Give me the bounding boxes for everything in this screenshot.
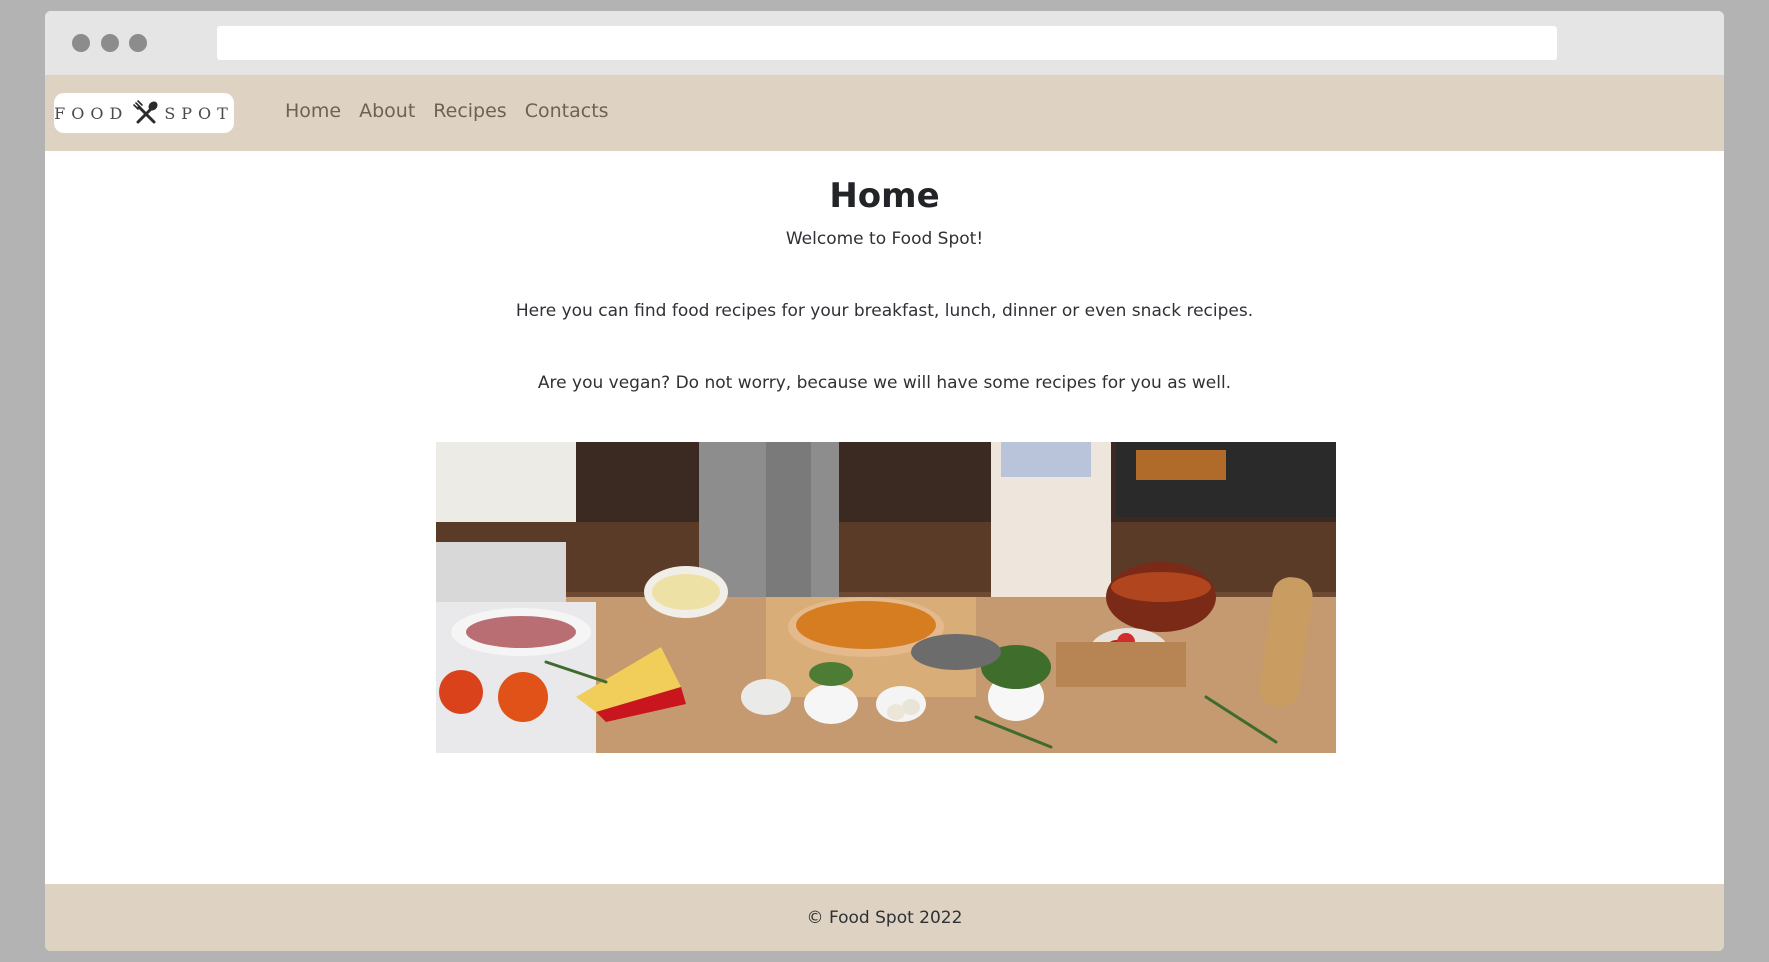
nav-link-recipes[interactable]: Recipes	[433, 100, 506, 122]
fork-knife-icon	[132, 99, 160, 127]
welcome-text: Welcome to Food Spot!	[785, 229, 984, 249]
window-minimize-dot[interactable]	[101, 34, 119, 52]
nav-link-contacts[interactable]: Contacts	[525, 100, 609, 122]
main-content: Home Welcome to Food Spot! Here you can …	[45, 151, 1724, 884]
nav-link-about[interactable]: About	[359, 100, 415, 122]
logo-text-food: FOOD	[54, 103, 129, 123]
nav-link-home[interactable]: Home	[285, 100, 341, 122]
window-close-dot[interactable]	[72, 34, 90, 52]
site-logo[interactable]: FOOD SPOT	[54, 93, 234, 133]
browser-window: FOOD SPOT Home About Recipes Contacts Ho…	[45, 11, 1724, 951]
vegan-paragraph: Are you vegan? Do not worry, because we …	[537, 373, 1232, 393]
site-footer: © Food Spot 2022	[45, 884, 1724, 951]
address-bar[interactable]	[217, 26, 1557, 60]
window-maximize-dot[interactable]	[129, 34, 147, 52]
nav-links: Home About Recipes Contacts	[285, 95, 627, 127]
footer-copyright: © Food Spot 2022	[806, 907, 963, 928]
browser-chrome	[45, 11, 1724, 75]
logo-text-spot: SPOT	[164, 103, 234, 123]
hero-image	[436, 442, 1336, 753]
intro-paragraph: Here you can find food recipes for your …	[515, 301, 1254, 321]
page-title: Home	[829, 176, 940, 216]
site-navbar: FOOD SPOT Home About Recipes Contacts	[45, 75, 1724, 151]
